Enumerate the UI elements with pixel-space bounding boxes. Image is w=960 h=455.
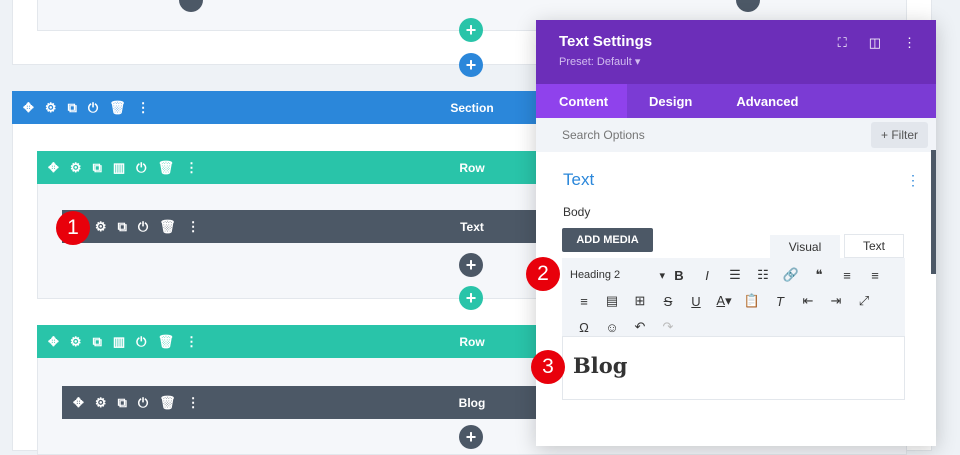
power-icon[interactable]: ⏻ — [136, 334, 146, 350]
numbered-list-icon[interactable]: ☷ — [749, 267, 777, 283]
underline-icon[interactable]: U — [682, 294, 710, 309]
preset-select[interactable]: Preset: Default ▾ — [559, 55, 936, 68]
fullscreen-icon[interactable]: ⛶ — [838, 35, 847, 51]
step-badge-3: 3 — [531, 350, 565, 384]
gear-icon[interactable]: ⚙ — [70, 160, 82, 176]
trash-icon[interactable]: 🗑 — [109, 100, 126, 116]
power-icon[interactable]: ⏻ — [138, 219, 148, 235]
filter-button[interactable]: + Filter — [870, 122, 928, 148]
duplicate-icon[interactable]: ⧉ — [93, 334, 102, 350]
duplicate-icon[interactable]: ⧉ — [118, 395, 127, 411]
special-char-icon[interactable]: Ω — [570, 320, 598, 335]
gear-icon[interactable]: ⚙ — [95, 395, 107, 411]
trash-icon[interactable]: 🗑 — [157, 160, 174, 176]
body-label: Body — [563, 205, 591, 219]
justify-icon[interactable]: ▤ — [598, 293, 626, 309]
gear-icon[interactable]: ⚙ — [45, 100, 57, 116]
group-title[interactable]: Text — [563, 170, 594, 190]
table-icon[interactable]: ⊞ — [626, 293, 654, 309]
undo-icon[interactable]: ↶ — [626, 319, 654, 335]
quote-icon[interactable]: ❝ — [805, 267, 833, 283]
power-icon[interactable]: ⏻ — [138, 395, 148, 411]
gear-icon[interactable]: ⚙ — [70, 334, 82, 350]
step-badge-1: 1 — [56, 211, 90, 245]
add-row-button[interactable]: + — [459, 286, 483, 310]
more-icon[interactable]: ⋮ — [903, 35, 916, 51]
indent-icon[interactable]: ⇥ — [822, 293, 850, 309]
search-bar: + Filter — [536, 118, 936, 152]
fullscreen-icon[interactable]: ⤢ — [850, 293, 878, 309]
bold-icon[interactable]: B — [665, 268, 693, 283]
move-icon[interactable]: ✥ — [73, 395, 84, 411]
italic-icon[interactable]: I — [693, 268, 721, 283]
text-color-icon[interactable]: A▾ — [710, 293, 738, 309]
strikethrough-icon[interactable]: S — [654, 294, 682, 309]
add-module-button[interactable]: + — [459, 253, 483, 277]
editor-content[interactable]: Blog — [562, 336, 905, 400]
columns-icon[interactable]: ▥ — [113, 334, 125, 350]
move-icon[interactable]: ✥ — [48, 160, 59, 176]
more-icon[interactable]: ⋮ — [185, 160, 198, 176]
content-heading: Blog — [573, 353, 628, 378]
redo-icon[interactable]: ↷ — [654, 319, 682, 335]
align-left-icon[interactable]: ≡ — [833, 268, 861, 283]
clear-format-icon[interactable]: T — [766, 294, 794, 309]
format-select[interactable]: Heading 2 ▾ — [570, 269, 665, 282]
gear-icon[interactable]: ⚙ — [95, 219, 107, 235]
group-more-icon[interactable]: ⋮ — [906, 172, 920, 189]
emoji-icon[interactable]: ☺ — [598, 320, 626, 335]
power-icon[interactable]: ⏻ — [136, 160, 146, 176]
bullet-list-icon[interactable]: ☰ — [721, 267, 749, 283]
trash-icon[interactable]: 🗑 — [159, 395, 176, 411]
panel-header: Text Settings Preset: Default ▾ ⛶ ◫ ⋮ — [536, 20, 936, 84]
move-icon[interactable]: ✥ — [23, 100, 34, 116]
editor-toolbar: Heading 2 ▾ B I ☰ ☷ 🔗 ❝ ≡ ≡ ≡ ▤ ⊞ S U A▾ 📋 T ⇤ ⇥ ⤢ Ω ☺ ↶ ↷ — [562, 258, 905, 336]
duplicate-icon[interactable]: ⧉ — [93, 160, 102, 176]
tab-visual[interactable]: Visual — [770, 235, 840, 259]
more-icon[interactable]: ⋮ — [187, 219, 200, 235]
panel-tabs: Content Design Advanced — [536, 84, 936, 118]
trash-icon[interactable]: 🗑 — [157, 334, 174, 350]
tab-design[interactable]: Design — [627, 84, 692, 118]
align-center-icon[interactable]: ≡ — [861, 268, 889, 283]
trash-icon[interactable]: 🗑 — [159, 219, 176, 235]
add-section-button[interactable]: + — [459, 53, 483, 77]
power-icon[interactable]: ⏻ — [88, 100, 98, 116]
split-view-icon[interactable]: ◫ — [869, 35, 881, 51]
move-icon[interactable]: ✥ — [48, 334, 59, 350]
link-icon[interactable]: 🔗 — [777, 267, 805, 283]
more-icon[interactable]: ⋮ — [187, 395, 200, 411]
add-module-button[interactable]: + — [459, 425, 483, 449]
columns-icon[interactable]: ▥ — [113, 160, 125, 176]
text-settings-panel: Text Settings Preset: Default ▾ ⛶ ◫ ⋮ Cont… — [536, 20, 936, 446]
search-input[interactable] — [536, 118, 836, 142]
add-row-button[interactable]: + — [459, 18, 483, 42]
tab-advanced[interactable]: Advanced — [692, 84, 798, 118]
step-badge-2: 2 — [526, 257, 560, 291]
duplicate-icon[interactable]: ⧉ — [68, 100, 77, 116]
outdent-icon[interactable]: ⇤ — [794, 293, 822, 309]
paste-text-icon[interactable]: 📋 — [738, 293, 766, 309]
more-icon[interactable]: ⋮ — [137, 100, 150, 116]
tab-content[interactable]: Content — [536, 84, 627, 118]
tab-text[interactable]: Text — [844, 234, 904, 258]
scrollbar[interactable] — [931, 150, 936, 274]
align-right-icon[interactable]: ≡ — [570, 294, 598, 309]
add-media-button[interactable]: ADD MEDIA — [562, 228, 653, 252]
duplicate-icon[interactable]: ⧉ — [118, 219, 127, 235]
more-icon[interactable]: ⋮ — [185, 334, 198, 350]
